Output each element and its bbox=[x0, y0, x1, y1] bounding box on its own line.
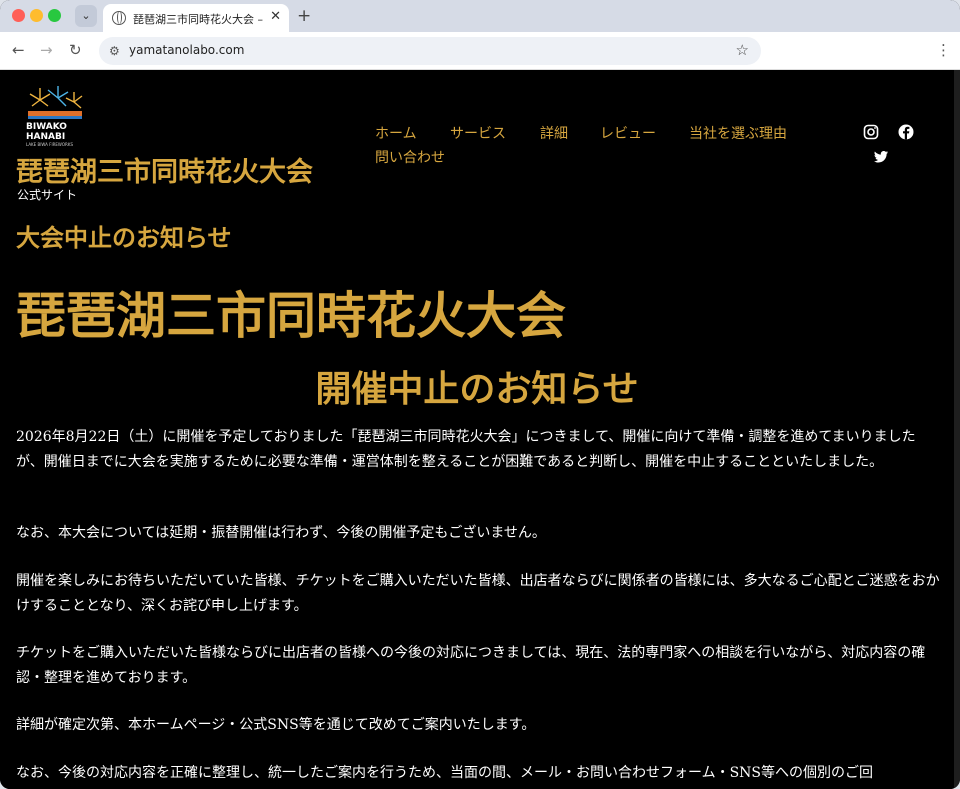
new-tab-button[interactable]: + bbox=[297, 6, 311, 26]
maximize-window-button[interactable] bbox=[48, 9, 61, 22]
nav-item-why-us[interactable]: 当社を選ぶ理由 bbox=[689, 123, 787, 143]
reload-icon[interactable]: ↻ bbox=[69, 41, 82, 59]
logo-text-line1: BIWAKO bbox=[26, 122, 67, 132]
logo-text-line2: HANABI bbox=[26, 132, 66, 142]
cancellation-heading: 開催中止のお知らせ bbox=[315, 369, 639, 410]
nav-item-home[interactable]: ホーム bbox=[375, 123, 417, 143]
paragraph-no-postponement: なお、本大会については延期・振替開催は行わず、今後の開催予定もございません。 bbox=[16, 525, 546, 541]
nav-item-details[interactable]: 詳細 bbox=[540, 123, 568, 143]
site-tagline: 公式サイト bbox=[17, 188, 78, 202]
paragraph-inquiry-notice: なお、今後の対応内容を正確に整理し、統一したご案内を行うため、当面の間、メール・… bbox=[16, 765, 874, 781]
browser-toolbar: ← → ↻ ⚙ yamatanolabo.com ☆ ⋮ bbox=[0, 32, 960, 70]
url-text[interactable]: yamatanolabo.com bbox=[129, 43, 244, 57]
browser-menu-icon[interactable]: ⋮ bbox=[936, 41, 951, 59]
logo-text-line3: LAKE BIWA FIREWORKS bbox=[26, 142, 73, 147]
site-logo[interactable]: BIWAKO HANABI LAKE BIWA FIREWORKS bbox=[24, 84, 86, 147]
minimize-window-button[interactable] bbox=[30, 9, 43, 22]
web-page: BIWAKO HANABI LAKE BIWA FIREWORKS 琵琶湖三市同… bbox=[0, 70, 954, 789]
twitter-icon[interactable] bbox=[872, 148, 890, 166]
tab-close-icon[interactable]: ✕ bbox=[270, 9, 281, 24]
event-name-heading: 琵琶湖三市同時花火大会 bbox=[16, 287, 566, 345]
tab-strip: ⌄ 琵琶湖三市同時花火大会 – 公式サ ✕ + bbox=[0, 0, 960, 32]
back-arrow-icon[interactable]: ← bbox=[12, 41, 25, 59]
close-window-button[interactable] bbox=[12, 9, 25, 22]
paragraph-cancellation-detail: 2026年8月22日（土）に開催を予定しておりました「琵琶湖三市同時花火大会」に… bbox=[16, 429, 916, 470]
site-settings-icon[interactable]: ⚙ bbox=[109, 44, 120, 58]
bookmark-star-icon[interactable]: ☆ bbox=[736, 41, 749, 59]
nav-item-reviews[interactable]: レビュー bbox=[600, 123, 656, 143]
instagram-icon[interactable] bbox=[862, 123, 880, 141]
paragraph-apology: 開催を楽しみにお待ちいただいていた皆様、チケットをご購入いただいた皆様、出店者な… bbox=[16, 573, 940, 614]
nav-item-contact[interactable]: 問い合わせ bbox=[375, 147, 445, 167]
notice-heading: 大会中止のお知らせ bbox=[16, 224, 232, 252]
paragraph-further-info: 詳細が確定次第、本ホームページ・公式SNS等を通じて改めてご案内いたします。 bbox=[16, 717, 536, 733]
address-bar[interactable]: ⚙ yamatanolabo.com ☆ bbox=[99, 37, 761, 65]
browser-window: ⌄ 琵琶湖三市同時花火大会 – 公式サ ✕ + ← → ↻ ⚙ yamatano… bbox=[0, 0, 960, 789]
tab-title: 琵琶湖三市同時花火大会 – 公式サ bbox=[133, 13, 263, 26]
paragraph-ticket-response: チケットをご購入いただいた皆様ならびに出店者の皆様への今後の対応につきましては、… bbox=[16, 645, 926, 686]
fireworks-icon bbox=[28, 86, 83, 119]
globe-icon bbox=[112, 11, 126, 25]
active-tab[interactable]: 琵琶湖三市同時花火大会 – 公式サ ✕ bbox=[103, 4, 289, 32]
nav-item-services[interactable]: サービス bbox=[450, 123, 506, 143]
facebook-icon[interactable] bbox=[897, 123, 915, 141]
site-title[interactable]: 琵琶湖三市同時花火大会 bbox=[16, 150, 313, 189]
tab-search-chevron-icon[interactable]: ⌄ bbox=[75, 5, 97, 27]
page-scrollbar[interactable] bbox=[954, 70, 960, 789]
forward-arrow-icon[interactable]: → bbox=[40, 41, 53, 59]
